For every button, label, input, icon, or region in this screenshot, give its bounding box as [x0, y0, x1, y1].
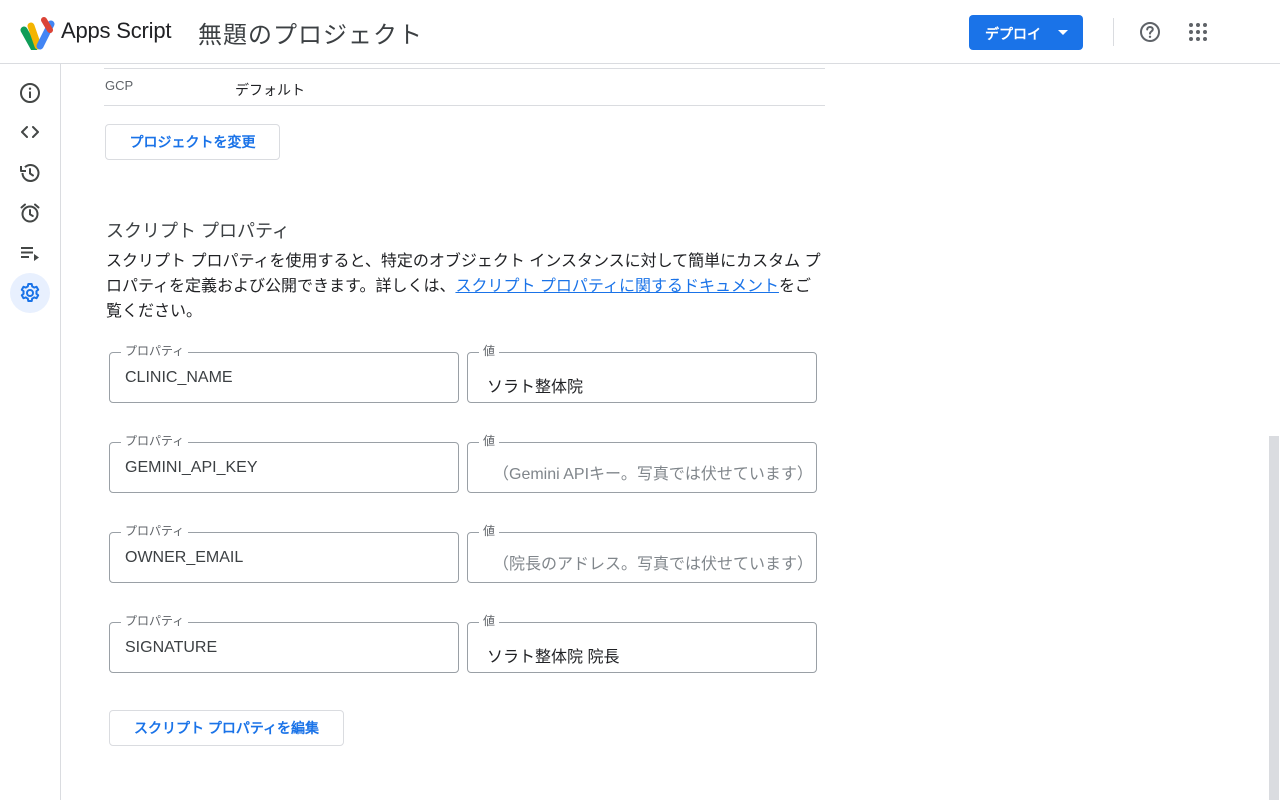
value-label: 値 [479, 344, 500, 358]
scrollbar-thumb[interactable] [1269, 436, 1279, 800]
help-icon[interactable] [1138, 20, 1162, 44]
settings-main: GCP デフォルト プロジェクトを変更 スクリプト プロパティ スクリプト プロ… [62, 65, 1267, 800]
code-icon [21, 126, 39, 138]
property-label: プロパティ [121, 614, 189, 628]
property-label: プロパティ [121, 344, 189, 358]
property-key-field[interactable]: プロパティ OWNER_EMAIL [109, 524, 459, 583]
property-value-field[interactable]: 値 ソラト整体院 [467, 344, 817, 403]
script-properties-docs-link[interactable]: スクリプト プロパティに関するドキュメント [455, 278, 779, 295]
rail-item-editor[interactable] [10, 112, 50, 152]
property-key-field[interactable]: プロパティ CLINIC_NAME [109, 344, 459, 403]
info-icon [20, 83, 40, 103]
value-label: 値 [479, 434, 500, 448]
apps-script-logo-icon[interactable] [20, 16, 56, 50]
property-value: （Gemini APIキー。写真では伏せています） [493, 466, 813, 483]
property-key-field[interactable]: プロパティ GEMINI_API_KEY [109, 434, 459, 493]
property-value-field[interactable]: 値 ソラト整体院 院長 [467, 614, 817, 673]
deploy-button[interactable]: デプロイ [969, 15, 1083, 50]
value-label: 値 [479, 524, 500, 538]
property-label: プロパティ [121, 524, 189, 538]
script-properties-description: スクリプト プロパティを使用すると、特定のオブジェクト インスタンスに対して簡単… [106, 249, 826, 324]
google-apps-icon[interactable] [1186, 20, 1210, 44]
property-value: ソラト整体院 [487, 379, 584, 396]
executions-icon [21, 247, 39, 261]
rail-item-history[interactable] [10, 153, 50, 193]
divider [104, 105, 825, 106]
property-key: SIGNATURE [125, 639, 218, 656]
divider [104, 68, 825, 69]
history-icon [20, 164, 40, 182]
property-key: GEMINI_API_KEY [125, 459, 258, 476]
rail-item-overview[interactable] [10, 73, 50, 113]
property-value-field[interactable]: 値 （Gemini APIキー。写真では伏せています） [467, 434, 817, 493]
gcp-value: デフォルト [235, 82, 305, 98]
rail-item-executions[interactable] [10, 233, 50, 273]
edit-script-properties-button[interactable]: スクリプト プロパティを編集 [109, 710, 344, 746]
app-name[interactable]: Apps Script [61, 18, 171, 44]
deploy-button-label: デプロイ [985, 26, 1041, 42]
script-properties-title: スクリプト プロパティ [106, 221, 290, 241]
property-value: ソラト整体院 院長 [487, 649, 620, 666]
property-label: プロパティ [121, 434, 189, 448]
top-app-bar: Apps Script 無題のプロジェクト デプロイ [0, 0, 1280, 64]
property-value: （院長のアドレス。写真では伏せています） [493, 556, 814, 573]
property-key: CLINIC_NAME [125, 369, 233, 386]
caret-down-icon [1058, 30, 1068, 35]
change-project-button[interactable]: プロジェクトを変更 [105, 124, 280, 160]
property-key-field[interactable]: プロパティ SIGNATURE [109, 614, 459, 673]
gear-icon [20, 283, 40, 302]
left-nav-rail [0, 64, 61, 800]
alarm-icon [20, 203, 40, 223]
rail-item-settings[interactable] [10, 273, 50, 313]
project-title[interactable]: 無題のプロジェクト [198, 15, 423, 50]
property-key: OWNER_EMAIL [125, 549, 244, 566]
value-label: 値 [479, 614, 500, 628]
gcp-label: GCP [105, 78, 134, 93]
property-value-field[interactable]: 値 （院長のアドレス。写真では伏せています） [467, 524, 817, 583]
header-divider [1113, 18, 1114, 46]
rail-item-triggers[interactable] [10, 193, 50, 233]
